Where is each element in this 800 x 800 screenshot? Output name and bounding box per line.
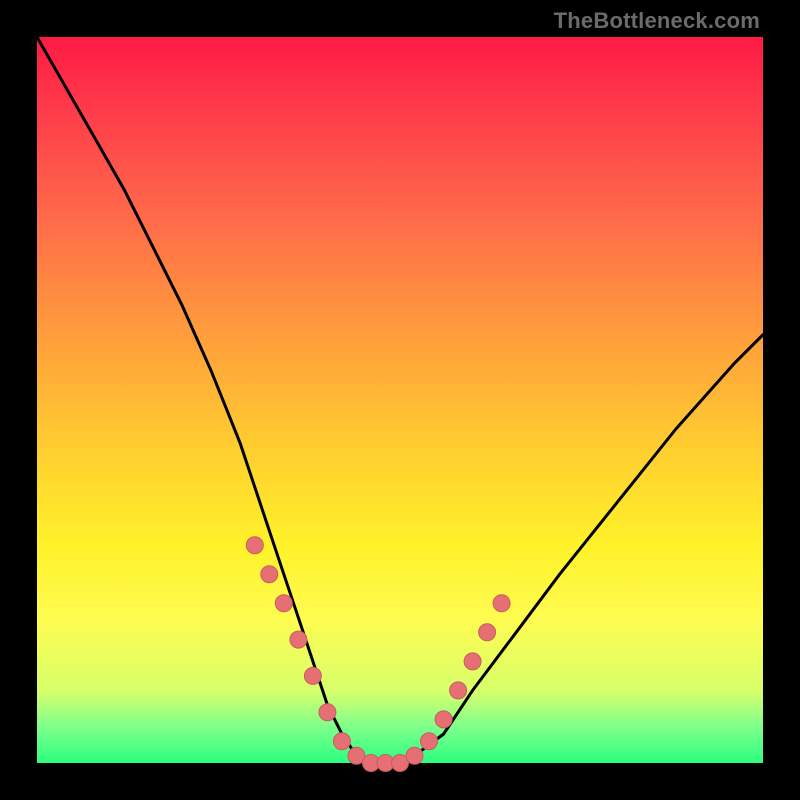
bottleneck-curve-path (37, 37, 763, 763)
highlight-marker (304, 667, 321, 684)
highlight-marker (319, 704, 336, 721)
chart-overlay (0, 0, 800, 800)
highlight-marker (464, 653, 481, 670)
highlight-marker (450, 682, 467, 699)
bottleneck-curve (37, 37, 763, 763)
highlight-marker (493, 595, 510, 612)
highlight-marker (261, 566, 278, 583)
highlight-marker (479, 624, 496, 641)
highlight-marker (406, 747, 423, 764)
highlight-marker (275, 595, 292, 612)
highlight-marker (290, 631, 307, 648)
highlight-marker (246, 537, 263, 554)
highlight-marker (435, 711, 452, 728)
highlight-marker (333, 733, 350, 750)
highlight-marker (421, 733, 438, 750)
chart-frame: TheBottleneck.com (0, 0, 800, 800)
highlight-markers (246, 537, 510, 772)
